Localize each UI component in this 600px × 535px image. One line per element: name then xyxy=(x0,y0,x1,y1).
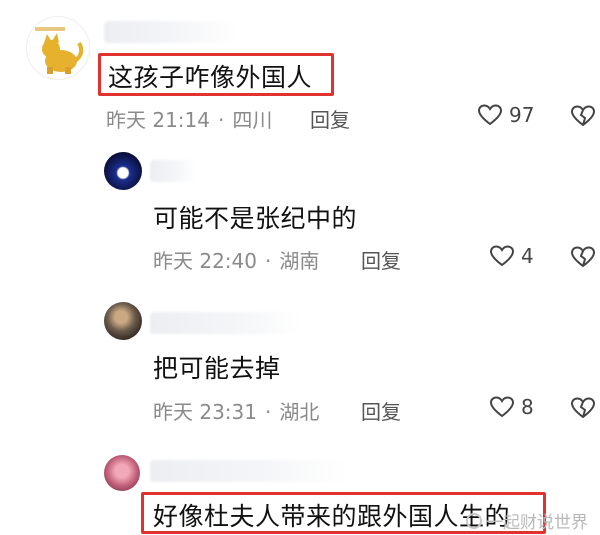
dislike-button[interactable] xyxy=(570,104,596,128)
avatar[interactable] xyxy=(26,16,90,80)
comment-location: 四川 xyxy=(232,108,273,132)
broken-heart-icon xyxy=(570,246,596,268)
like-button[interactable]: 4 xyxy=(489,244,534,268)
comment-meta: 昨天 23:31 · 湖北 xyxy=(153,396,319,425)
comment-location: 湖北 xyxy=(279,400,320,424)
comment-location: 湖南 xyxy=(279,249,320,273)
reply-button[interactable]: 回复 xyxy=(361,245,401,274)
meta-separator: · xyxy=(265,400,272,424)
comment-text: 好像杜夫人带来的跟外国人生的 xyxy=(153,502,511,531)
like-button[interactable]: 97 xyxy=(477,103,534,127)
username-blurred[interactable] xyxy=(150,160,196,182)
comment-time: 昨天 22:40 xyxy=(153,249,257,273)
comment-time: 昨天 23:31 xyxy=(153,400,257,424)
cat-avatar-icon xyxy=(35,27,84,74)
reply-button[interactable]: 回复 xyxy=(310,104,350,133)
watermark-logo-icon xyxy=(466,512,482,529)
dislike-button[interactable] xyxy=(570,396,596,420)
comment-meta: 昨天 21:14 · 四川 xyxy=(106,104,272,133)
comment-text: 可能不是张纪中的 xyxy=(153,204,358,233)
like-count: 97 xyxy=(509,103,535,127)
dislike-button[interactable] xyxy=(570,245,596,269)
username-blurred[interactable] xyxy=(150,460,346,482)
comment-time: 昨天 21:14 xyxy=(106,108,210,132)
heart-outline-icon xyxy=(489,245,515,267)
like-count: 8 xyxy=(521,395,534,419)
avatar[interactable] xyxy=(104,302,142,340)
watermark: 一起财说世界 xyxy=(466,508,588,533)
broken-heart-icon xyxy=(570,105,596,127)
like-button[interactable]: 8 xyxy=(489,395,534,419)
username-blurred[interactable] xyxy=(104,21,238,43)
heart-outline-icon xyxy=(489,396,515,418)
comment-text: 把可能去掉 xyxy=(153,354,281,383)
like-count: 4 xyxy=(521,244,534,268)
comment-text: 这孩子咋像外国人 xyxy=(108,63,313,92)
meta-separator: · xyxy=(218,108,225,132)
avatar[interactable] xyxy=(104,152,142,190)
heart-outline-icon xyxy=(477,104,503,126)
avatar[interactable] xyxy=(104,455,140,491)
comment-meta: 昨天 22:40 · 湖南 xyxy=(153,245,319,274)
meta-separator: · xyxy=(265,249,272,273)
broken-heart-icon xyxy=(570,397,596,419)
reply-button[interactable]: 回复 xyxy=(361,396,401,425)
watermark-text: 一起财说世界 xyxy=(486,513,588,533)
username-blurred[interactable] xyxy=(150,312,300,334)
